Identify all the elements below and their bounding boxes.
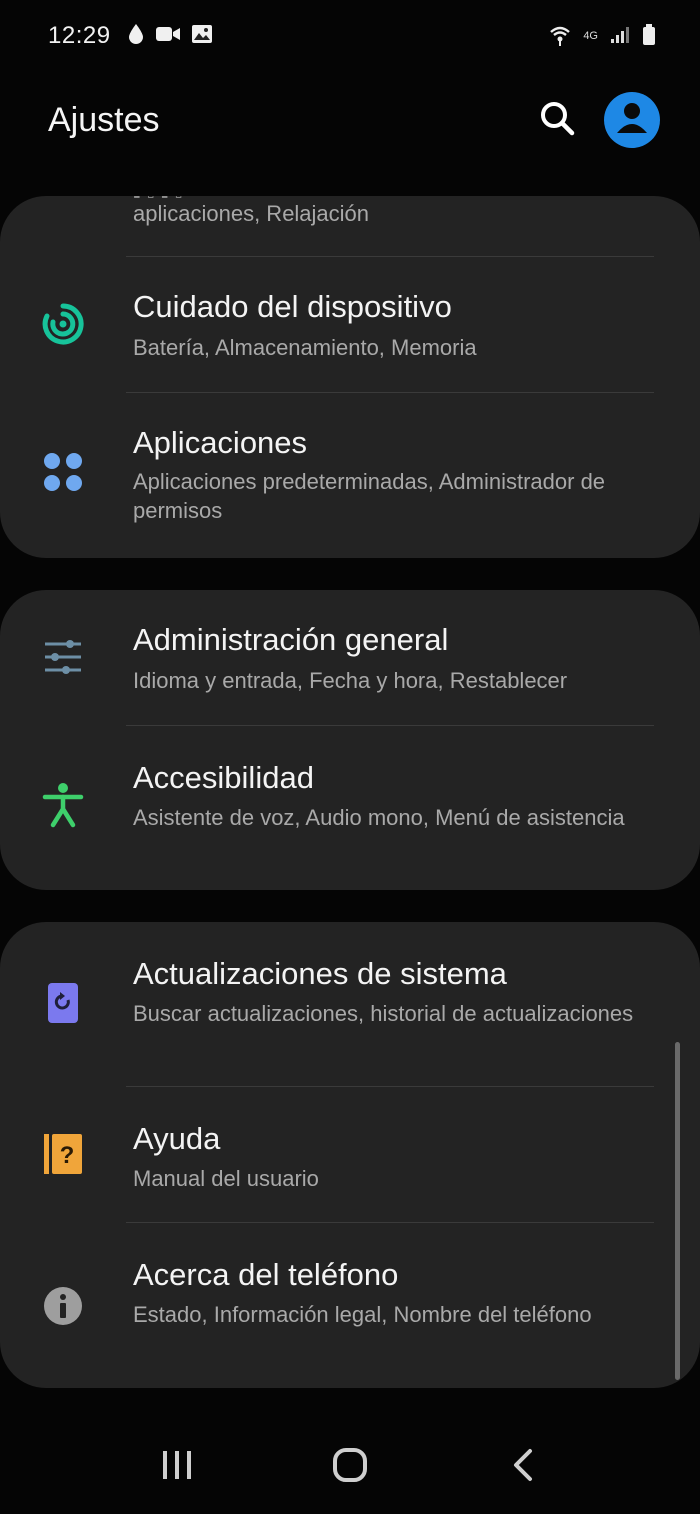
settings-item-about-phone[interactable]: Acerca del teléfono Estado, Información … [0, 1223, 700, 1388]
scrollbar[interactable] [675, 1042, 680, 1380]
drop-icon [127, 23, 145, 50]
settings-item-help[interactable]: ? Ayuda Manual del usuario [0, 1087, 700, 1222]
signal-icon [610, 26, 630, 47]
settings-item-title: Ayuda [133, 1121, 221, 1156]
settings-item-subtitle: Manual del usuario [133, 1166, 319, 1191]
settings-item-device-care[interactable]: Cuidado del dispositivo Batería, Almacen… [0, 257, 700, 393]
status-right-icons: 4G [549, 23, 656, 49]
status-left-icons [127, 23, 213, 50]
settings-item-subtitle: Batería, Almacenamiento, Memoria [133, 335, 477, 360]
settings-item-general-management[interactable]: Administración general Idioma y entrada,… [0, 590, 700, 725]
account-button[interactable] [604, 92, 660, 148]
device-care-icon [40, 301, 86, 347]
navigation-bar [0, 1420, 700, 1514]
account-icon [615, 101, 649, 140]
software-update-icon [40, 980, 86, 1026]
status-time: 12:29 [48, 22, 111, 49]
settings-item-subtitle: Buscar actualizaciones, historial de act… [133, 1001, 634, 1026]
help-book-icon: ? [40, 1131, 86, 1177]
network-label: 4G [583, 30, 598, 42]
info-icon [40, 1283, 86, 1329]
settings-item-title: Cuidado del dispositivo [133, 289, 452, 324]
wifi-icon [549, 24, 571, 49]
settings-item-title: Accesibilidad [133, 760, 314, 795]
settings-item-subtitle: Idioma y entrada, Fecha y hora, Restable… [133, 668, 568, 693]
settings-item-title: Aplicaciones [133, 425, 308, 460]
status-bar: 12:29 4G [0, 0, 700, 72]
settings-item-title: Acerca del teléfono [133, 1257, 399, 1292]
search-button[interactable] [538, 99, 576, 142]
app-header: Ajustes [0, 88, 700, 152]
settings-item-apps[interactable]: Aplicaciones Aplicaciones predeterminada… [0, 393, 700, 558]
settings-group-3: Actualizaciones de sistema Buscar actual… [0, 922, 700, 1388]
settings-item-accessibility[interactable]: Accesibilidad Asistente de voz, Audio mo… [0, 726, 700, 890]
accessibility-icon [40, 782, 86, 828]
settings-item-subtitle: Estado, Información legal, Nombre del te… [133, 1302, 592, 1327]
back-button[interactable] [483, 1437, 563, 1497]
settings-item-subtitle: aplicaciones, Relajación [133, 201, 370, 226]
page-title: Ajustes [48, 100, 160, 139]
svg-text:?: ? [60, 1142, 75, 1169]
home-button[interactable] [310, 1437, 390, 1497]
header-actions [538, 92, 660, 148]
settings-item-software-update[interactable]: Actualizaciones de sistema Buscar actual… [0, 922, 700, 1086]
settings-item-subtitle: Aplicaciones predeterminadas, Administra… [133, 469, 606, 523]
battery-icon [642, 23, 656, 49]
apps-icon [40, 449, 86, 495]
back-icon [511, 1448, 535, 1487]
settings-item-partial[interactable]: ▪ ▫ ▪ ▫ aplicaciones, Relajación [0, 196, 700, 256]
settings-group-2: Administración general Idioma y entrada,… [0, 590, 700, 890]
search-icon [538, 99, 576, 142]
settings-item-title: Administración general [133, 622, 449, 657]
settings-item-subtitle: Asistente de voz, Audio mono, Menú de as… [133, 805, 625, 830]
image-icon [191, 24, 213, 49]
settings-item-title: Actualizaciones de sistema [133, 956, 507, 991]
sliders-icon [40, 634, 86, 680]
home-icon [332, 1447, 368, 1488]
video-camera-icon [155, 25, 181, 48]
settings-group-1: ▪ ▫ ▪ ▫ aplicaciones, Relajación Cuidado… [0, 196, 700, 558]
recents-icon [160, 1449, 194, 1486]
recents-button[interactable] [137, 1437, 217, 1497]
